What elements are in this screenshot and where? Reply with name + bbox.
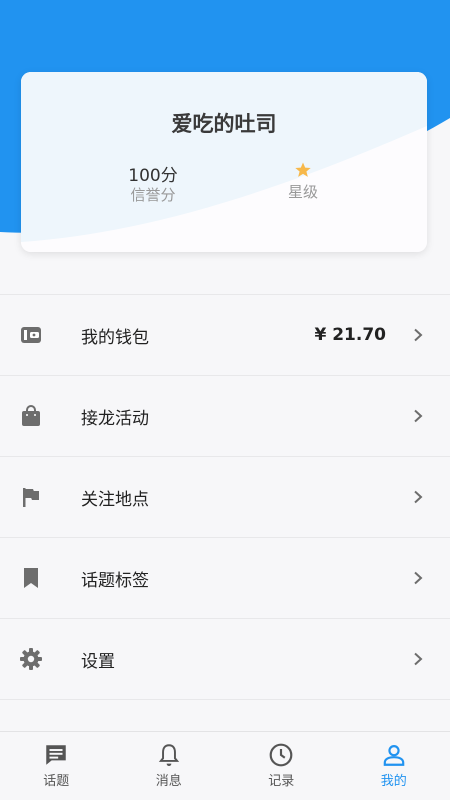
tab-label-records: 记录 [268,774,295,789]
chevron-right-icon [414,328,423,342]
username: 爱吃的吐司 [171,112,277,136]
tab-profile[interactable]: 我的 [338,732,450,800]
menu-label-activities: 接龙活动 [81,408,149,429]
menu-label-locations: 关注地点 [81,489,149,510]
credit-score-label: 信誉分 [130,186,176,204]
tab-label-messages: 消息 [155,774,182,789]
user-icon [383,745,405,766]
tab-topics[interactable]: 话题 [0,732,113,800]
menu-list: 我的钱包 ¥ 21.70 接龙活动 关注地点 话题标签 设置 [0,294,450,700]
tab-records[interactable]: 记录 [225,732,338,800]
menu-item-topic-tags[interactable]: 话题标签 [0,538,450,619]
wallet-balance: ¥ 21.70 [314,325,386,345]
menu-item-locations[interactable]: 关注地点 [0,457,450,538]
profile-card: 爱吃的吐司 100分 信誉分 星级 [21,72,427,252]
gear-icon [20,648,42,670]
chat-icon [46,745,66,765]
flag-icon [23,488,39,507]
wallet-icon [21,327,41,343]
menu-label-settings: 设置 [81,651,115,672]
clock-icon [269,743,293,767]
tab-label-profile: 我的 [380,774,407,789]
shopping-bag-icon [22,405,40,426]
menu-label-topic-tags: 话题标签 [81,570,149,591]
star-icon [295,162,311,177]
menu-item-activities[interactable]: 接龙活动 [0,376,450,457]
chevron-right-icon [414,652,423,666]
tab-messages[interactable]: 消息 [113,732,226,800]
chevron-right-icon [414,409,423,423]
bookmark-icon [24,568,38,588]
menu-item-wallet[interactable]: 我的钱包 ¥ 21.70 [0,295,450,376]
bell-icon [158,744,179,767]
card-background [21,72,427,252]
bottom-tab-bar: 话题 消息 记录 我的 [0,731,450,800]
tab-label-topics: 话题 [43,774,70,789]
menu-item-settings[interactable]: 设置 [0,619,450,700]
chevron-right-icon [414,571,423,585]
rating-label: 星级 [287,183,318,201]
credit-score-value: 100分 [128,166,178,186]
menu-label-wallet: 我的钱包 [81,327,149,348]
chevron-right-icon [414,490,423,504]
